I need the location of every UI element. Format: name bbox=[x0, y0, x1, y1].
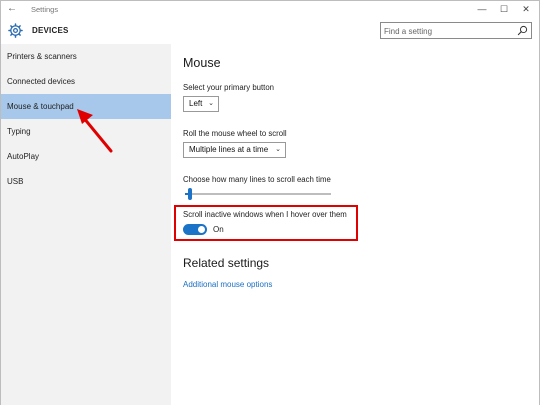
scroll-wheel-value: Multiple lines at a time bbox=[189, 145, 269, 154]
sidebar: Printers & scanners Connected devices Mo… bbox=[1, 44, 171, 405]
close-icon[interactable]: ✕ bbox=[515, 2, 537, 16]
scroll-wheel-select[interactable]: Multiple lines at a time ⌄ bbox=[183, 142, 286, 158]
back-arrow-icon[interactable]: ← bbox=[5, 3, 19, 15]
scroll-wheel-label: Roll the mouse wheel to scroll bbox=[183, 129, 287, 138]
lines-slider-thumb[interactable] bbox=[188, 188, 192, 200]
sidebar-item-usb[interactable]: USB bbox=[1, 169, 171, 194]
lines-to-scroll-label: Choose how many lines to scroll each tim… bbox=[183, 175, 331, 184]
sidebar-item-connected-devices[interactable]: Connected devices bbox=[1, 69, 171, 94]
search-input[interactable] bbox=[384, 25, 514, 37]
primary-button-select[interactable]: Left ⌄ bbox=[183, 96, 219, 112]
main-content: Mouse Select your primary button Left ⌄ … bbox=[171, 44, 539, 405]
title-bar: ← Settings — ☐ ✕ bbox=[1, 1, 539, 18]
primary-button-value: Left bbox=[189, 99, 203, 108]
red-arrow-icon bbox=[77, 109, 113, 153]
primary-button-label: Select your primary button bbox=[183, 83, 275, 92]
search-icon[interactable] bbox=[517, 25, 528, 36]
search-box[interactable] bbox=[380, 22, 532, 39]
header: DEVICES bbox=[1, 18, 539, 44]
sidebar-item-label: AutoPlay bbox=[7, 152, 40, 161]
sidebar-item-label: Mouse & touchpad bbox=[7, 102, 74, 111]
sidebar-item-printers-scanners[interactable]: Printers & scanners bbox=[1, 44, 171, 69]
page-header-title: DEVICES bbox=[32, 26, 69, 35]
chevron-down-icon: ⌄ bbox=[208, 100, 214, 107]
inactive-scroll-label: Scroll inactive windows when I hover ove… bbox=[183, 210, 347, 219]
related-settings-title: Related settings bbox=[183, 256, 270, 270]
sidebar-item-label: Typing bbox=[7, 127, 31, 136]
settings-window: ← Settings — ☐ ✕ DEVICES Find a setting … bbox=[0, 0, 540, 405]
sidebar-item-label: Printers & scanners bbox=[7, 52, 77, 61]
toggle-state-text: On bbox=[213, 225, 224, 234]
app-title: Settings bbox=[31, 5, 59, 14]
page-title: Mouse bbox=[183, 56, 221, 70]
maximize-icon[interactable]: ☐ bbox=[493, 2, 515, 16]
chevron-down-icon: ⌄ bbox=[275, 146, 281, 153]
sidebar-item-label: USB bbox=[7, 177, 24, 186]
inactive-scroll-toggle[interactable] bbox=[183, 224, 207, 235]
lines-slider-track[interactable] bbox=[185, 193, 331, 195]
minimize-icon[interactable]: — bbox=[471, 2, 493, 16]
toggle-knob bbox=[198, 226, 205, 233]
gear-icon bbox=[8, 23, 23, 38]
additional-mouse-options-link[interactable]: Additional mouse options bbox=[183, 280, 272, 289]
sidebar-item-label: Connected devices bbox=[7, 77, 76, 86]
